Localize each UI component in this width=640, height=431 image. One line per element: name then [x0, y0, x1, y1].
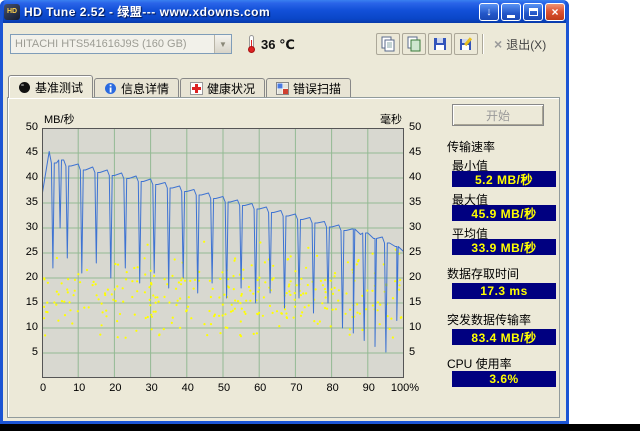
health-cross-icon	[190, 82, 204, 95]
min-value-display: 5.2 MB/秒	[452, 171, 556, 187]
info-icon	[105, 83, 117, 94]
error-scan-grid-icon	[276, 82, 290, 95]
window-title: HD Tune 2.52 - 绿盟--- www.xdowns.com	[24, 5, 271, 19]
copy-image-button[interactable]	[402, 33, 426, 55]
exit-label: 退出(X)	[506, 37, 547, 52]
download-button[interactable]: ↓	[479, 2, 499, 21]
access-time-label: 数据存取时间	[447, 267, 520, 281]
save-report-button[interactable]	[454, 33, 478, 55]
copy-image-icon	[407, 36, 421, 52]
close-button[interactable]: ×	[545, 2, 565, 21]
hdtune-window: HD HD Tune 2.52 - 绿盟--- www.xdowns.com ↓…	[0, 0, 569, 424]
tab-label: 错误扫描	[293, 82, 342, 96]
burst-rate-value-display: 83.4 MB/秒	[452, 329, 556, 345]
cpu-usage-label: CPU 使用率	[447, 357, 512, 371]
thermometer-icon	[247, 35, 256, 53]
titlebar[interactable]: HD HD Tune 2.52 - 绿盟--- www.xdowns.com ↓…	[0, 0, 569, 23]
bottom-black-strip	[0, 424, 640, 431]
exit-button[interactable]: × 退出(X)	[490, 33, 550, 55]
max-value-display: 45.9 MB/秒	[452, 205, 556, 221]
close-icon: ×	[551, 4, 559, 19]
temperature-value: 36 ℃	[261, 37, 295, 52]
copy-text-button[interactable]	[376, 33, 400, 55]
minimize-icon	[507, 14, 515, 18]
app-icon: HD	[4, 3, 20, 20]
minimize-button[interactable]	[501, 2, 521, 21]
drive-select-value: HITACHI HTS541616J9S (160 GB)	[15, 38, 187, 50]
save-report-icon	[460, 37, 473, 50]
tab-benchmark[interactable]: 基准测试	[8, 75, 94, 98]
transfer-rate-group-title: 传输速率	[447, 140, 496, 154]
tab-strip: 基准测试 信息详情 健康状况 错误扫描	[8, 75, 352, 98]
copy-pages-icon	[381, 36, 395, 52]
combobox-dropdown-arrow-icon[interactable]: ▼	[214, 35, 231, 53]
maximize-button[interactable]	[523, 2, 543, 21]
tab-label: 健康状况	[207, 82, 256, 96]
maximize-icon	[528, 7, 538, 16]
tab-health[interactable]: 健康状况	[180, 78, 266, 98]
screenshot-root: HD HD Tune 2.52 - 绿盟--- www.xdowns.com ↓…	[0, 0, 640, 431]
tab-label: 基准测试	[35, 80, 84, 95]
start-button[interactable]: 开始	[452, 104, 544, 126]
start-button-label: 开始	[485, 108, 510, 123]
access-time-value-display: 17.3 ms	[452, 283, 556, 299]
drive-select-combobox[interactable]: HITACHI HTS541616J9S (160 GB) ▼	[10, 34, 232, 54]
save-floppy-icon	[434, 38, 446, 50]
tab-info[interactable]: 信息详情	[94, 78, 180, 98]
exit-x-icon: ×	[494, 36, 503, 52]
avg-value-display: 33.9 MB/秒	[452, 239, 556, 255]
window-controls: ↓ ×	[479, 2, 565, 21]
toolbar-separator	[482, 34, 484, 54]
benchmark-ball-icon	[19, 81, 30, 93]
burst-rate-label: 突发数据传输率	[447, 313, 532, 327]
tab-error-scan[interactable]: 错误扫描	[266, 78, 352, 98]
download-icon: ↓	[486, 5, 492, 18]
save-button[interactable]	[428, 33, 452, 55]
tab-label: 信息详情	[121, 82, 170, 96]
cpu-usage-value-display: 3.6%	[452, 371, 556, 387]
